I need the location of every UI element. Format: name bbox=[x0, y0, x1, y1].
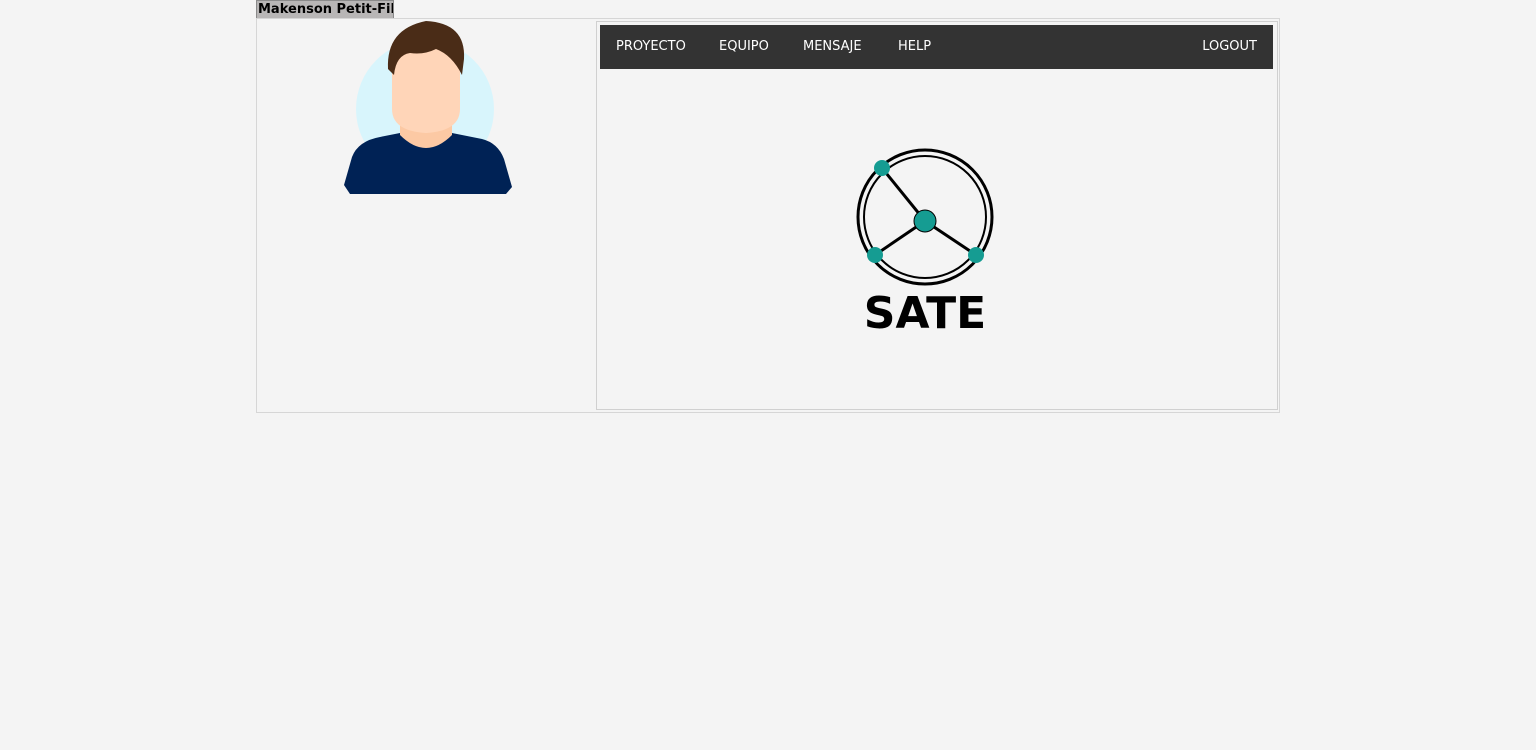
nav-item-help[interactable]: HELP bbox=[898, 25, 931, 69]
logout-button[interactable]: LOGOUT bbox=[1202, 25, 1257, 69]
logo-text: SATE bbox=[864, 288, 986, 336]
nav-item-proyecto[interactable]: PROYECTO bbox=[616, 25, 686, 69]
user-avatar-icon bbox=[344, 21, 512, 194]
top-navbar: PROYECTO EQUIPO MENSAJE HELP LOGOUT bbox=[600, 25, 1273, 69]
user-name-label: Makenson Petit-Fils bbox=[256, 0, 394, 19]
nav-item-equipo[interactable]: EQUIPO bbox=[719, 25, 769, 69]
sate-network-logo: SATE bbox=[856, 148, 994, 336]
nav-item-mensaje[interactable]: MENSAJE bbox=[803, 25, 862, 69]
